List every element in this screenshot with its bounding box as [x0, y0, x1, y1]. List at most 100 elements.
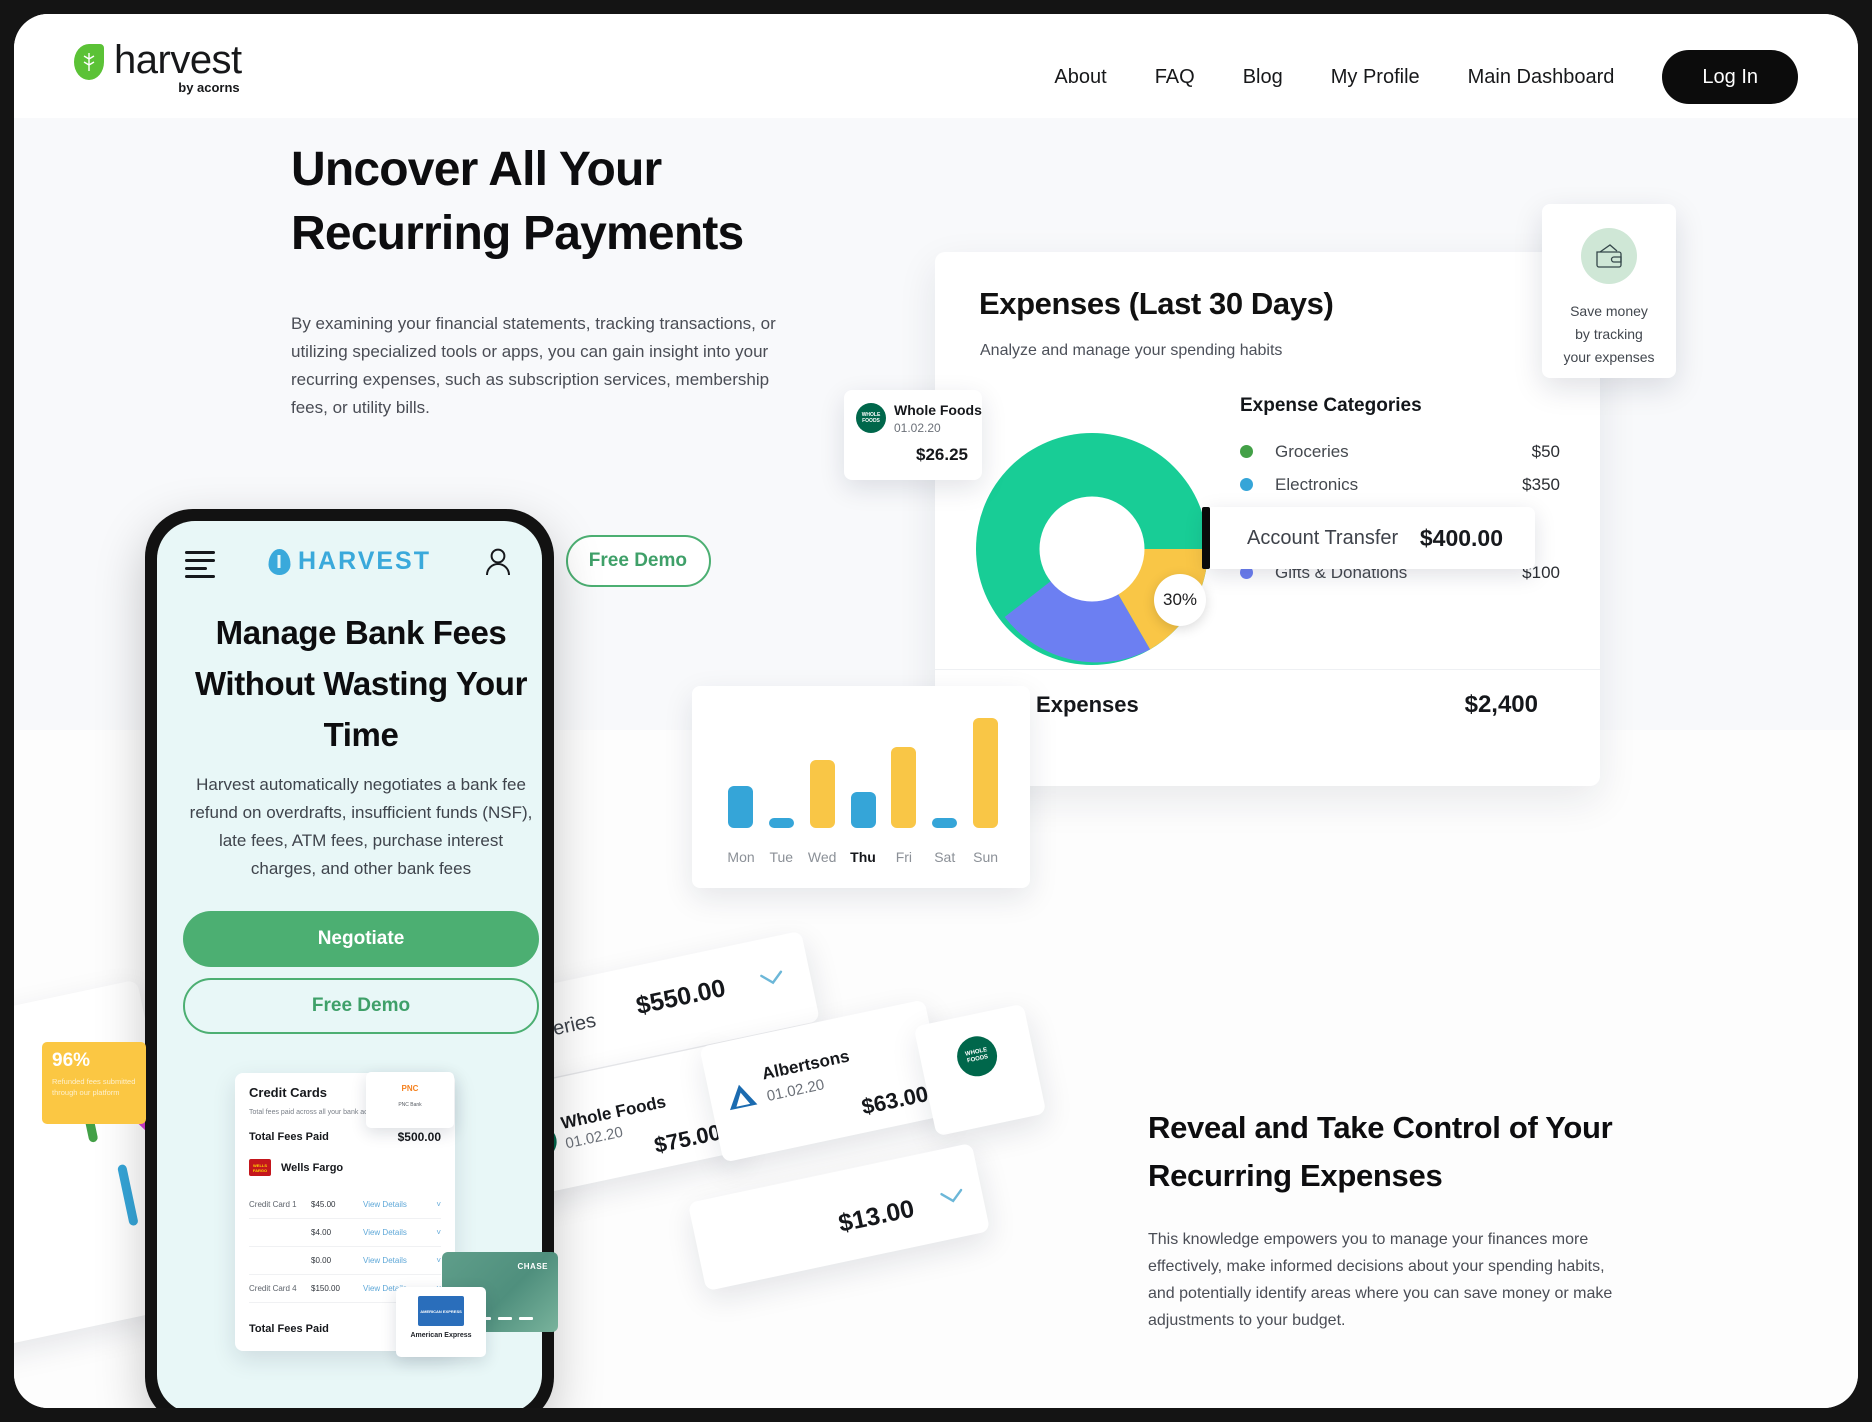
card-fee: $0.00	[311, 1256, 332, 1265]
bar-label-thu: Thu	[850, 849, 876, 865]
badge-percent: 96%	[52, 1050, 91, 1071]
bar-column	[883, 718, 924, 828]
chevron-down-icon[interactable]	[759, 969, 786, 993]
table-row[interactable]: $0.00 View Details ˅	[249, 1247, 441, 1275]
amex-name: American Express	[410, 1332, 472, 1339]
hero-heading-line1: Uncover All Your	[291, 143, 662, 196]
negotiate-button[interactable]: Negotiate	[183, 911, 539, 967]
transaction-amount: $63.00	[859, 1080, 931, 1120]
category-name: Groceries	[1275, 441, 1349, 461]
lower-section: Reveal and Take Control of Your Recurrin…	[1148, 1104, 1628, 1334]
transaction-merchant: Whole Foods	[894, 402, 982, 418]
bar-column	[965, 718, 1006, 828]
hamburger-menu-icon[interactable]	[185, 551, 215, 578]
bar-chart-labels: Mon Tue Wed Thu Fri Sat Sun	[720, 849, 1006, 866]
donut-hole	[1039, 496, 1145, 602]
phone-free-demo-button[interactable]: Free Demo	[183, 978, 539, 1034]
view-details-link[interactable]: View Details	[363, 1200, 407, 1209]
wallet-icon	[1581, 228, 1637, 284]
card-fee: $4.00	[311, 1228, 332, 1237]
badge-text: Refunded fees submitted through our plat…	[52, 1077, 136, 1097]
category-row-groceries[interactable]: Groceries $50	[1240, 435, 1560, 468]
expenses-donut-chart: 30%	[976, 433, 1208, 665]
bar-column	[802, 718, 843, 828]
expense-categories-title: Expense Categories	[1240, 395, 1422, 416]
bar-fri	[891, 746, 917, 828]
view-details-link[interactable]: View Details	[363, 1228, 407, 1237]
bar-mon	[727, 786, 753, 828]
phone-paragraph: Harvest automatically negotiates a bank …	[189, 775, 533, 878]
bar-column	[761, 718, 802, 828]
wells-fargo-logo-icon: WELLS FARGO	[249, 1159, 271, 1176]
hero-section: Uncover All Your Recurring Payments By e…	[291, 138, 811, 422]
droplet-leaf-icon	[267, 548, 290, 575]
chevron-down-icon[interactable]	[939, 1188, 966, 1212]
nav-item-main-dashboard[interactable]: Main Dashboard	[1444, 66, 1639, 89]
hero-heading-line2: Recurring Payments	[291, 207, 744, 260]
donut-percent-badge: 30%	[1154, 574, 1206, 626]
hero-paragraph: By examining your financial statements, …	[291, 314, 776, 417]
credit-cards-total-label: Total Fees Paid	[249, 1131, 329, 1143]
whole-foods-transaction-card[interactable]: WHOLE FOODS Whole Foods 01.02.20 $26.25	[844, 390, 982, 480]
transaction-date: 01.02.20	[894, 421, 941, 435]
lower-heading: Reveal and Take Control of Your Recurrin…	[1148, 1104, 1628, 1200]
chevron-down-icon[interactable]: ˅	[436, 1200, 441, 1209]
lower-heading-line2: Recurring Expenses	[1148, 1158, 1443, 1193]
groceries-amount: $550.00	[633, 974, 728, 1021]
american-express-card: AMERICAN EXPRESS American Express	[396, 1287, 486, 1357]
pnc-bank-card: PNC PNC Bank	[366, 1072, 454, 1128]
total-expenses-amount: $2,400	[1464, 691, 1538, 718]
site-header: harvest by acorns About FAQ Blog My Prof…	[14, 14, 1858, 118]
bar-label-mon: Mon	[727, 849, 755, 865]
nav-item-my-profile[interactable]: My Profile	[1307, 66, 1444, 89]
brand-logo[interactable]: harvest by acorns	[74, 40, 242, 95]
total-expenses-row: Total Expenses $2,400	[935, 669, 1600, 741]
bar-column	[843, 718, 884, 828]
bar-thu	[850, 791, 876, 828]
credit-cards-total-amount: $500.00	[397, 1130, 441, 1144]
nav-item-blog[interactable]: Blog	[1219, 66, 1307, 89]
credit-cards-footer-label: Total Fees Paid	[249, 1323, 329, 1335]
weekly-spending-bar-chart: Mon Tue Wed Thu Fri Sat Sun	[692, 686, 1030, 888]
logo-tagline: by acorns	[178, 80, 240, 95]
save-money-tooltip-card: Save money by tracking your expenses	[1542, 204, 1676, 378]
whole-foods-logo-icon: WHOLE FOODS	[953, 1032, 1001, 1081]
bar-column	[720, 718, 761, 828]
main-navigation: About FAQ Blog My Profile Main Dashboard…	[1030, 50, 1798, 104]
hero-free-demo-button[interactable]: Free Demo	[566, 535, 711, 587]
pnc-bank-name: PNC Bank	[398, 1102, 422, 1108]
nav-item-faq[interactable]: FAQ	[1131, 66, 1219, 89]
category-color-dot	[1240, 445, 1253, 458]
tilted-amount-card[interactable]: $13.00	[687, 1142, 991, 1292]
category-name: Electronics	[1275, 474, 1359, 494]
card-name: Credit Card 1	[249, 1200, 297, 1209]
phone-logo-wordmark: HARVEST	[297, 547, 432, 575]
whole-foods-logo-icon: WHOLE FOODS	[856, 403, 886, 433]
bank-name: Wells Fargo	[281, 1161, 344, 1174]
hero-heading: Uncover All Your Recurring Payments	[291, 138, 811, 266]
phone-app-bar: HARVEST	[157, 539, 542, 585]
table-row[interactable]: Credit Card 1 $45.00 View Details ˅	[249, 1191, 441, 1219]
tilted-amount: $13.00	[836, 1194, 917, 1238]
chevron-down-icon[interactable]: ˅	[436, 1228, 441, 1237]
table-row[interactable]: $4.00 View Details ˅	[249, 1219, 441, 1247]
login-button[interactable]: Log In	[1662, 50, 1798, 104]
bank-row-wells-fargo: WELLS FARGO Wells Fargo	[249, 1159, 343, 1176]
view-details-link[interactable]: View Details	[363, 1256, 407, 1265]
category-amount: $350	[1522, 474, 1560, 494]
dashboard-title: Expenses (Last 30 Days)	[979, 286, 1334, 321]
category-row-electronics[interactable]: Electronics $350	[1240, 468, 1560, 501]
nav-item-about[interactable]: About	[1030, 66, 1130, 89]
bar-sat	[932, 818, 958, 828]
card-name: Credit Card 4	[249, 1284, 297, 1293]
highlight-category-amount: $400.00	[1419, 524, 1503, 551]
highlighted-category-account-transfer[interactable]: Account Transfer $400.00	[1202, 507, 1535, 569]
pnc-logo-text: PNC	[401, 1084, 419, 1093]
chevron-down-icon[interactable]: ˅	[436, 1256, 441, 1265]
bar-label-tue: Tue	[769, 849, 794, 865]
save-line-2: by tracking	[1575, 326, 1643, 342]
save-line-3: your expenses	[1563, 349, 1655, 365]
save-money-text: Save money by tracking your expenses	[1542, 300, 1676, 369]
tilted-whole-foods-logo-card: WHOLE FOODS	[913, 1003, 1047, 1137]
person-icon[interactable]	[484, 547, 512, 582]
